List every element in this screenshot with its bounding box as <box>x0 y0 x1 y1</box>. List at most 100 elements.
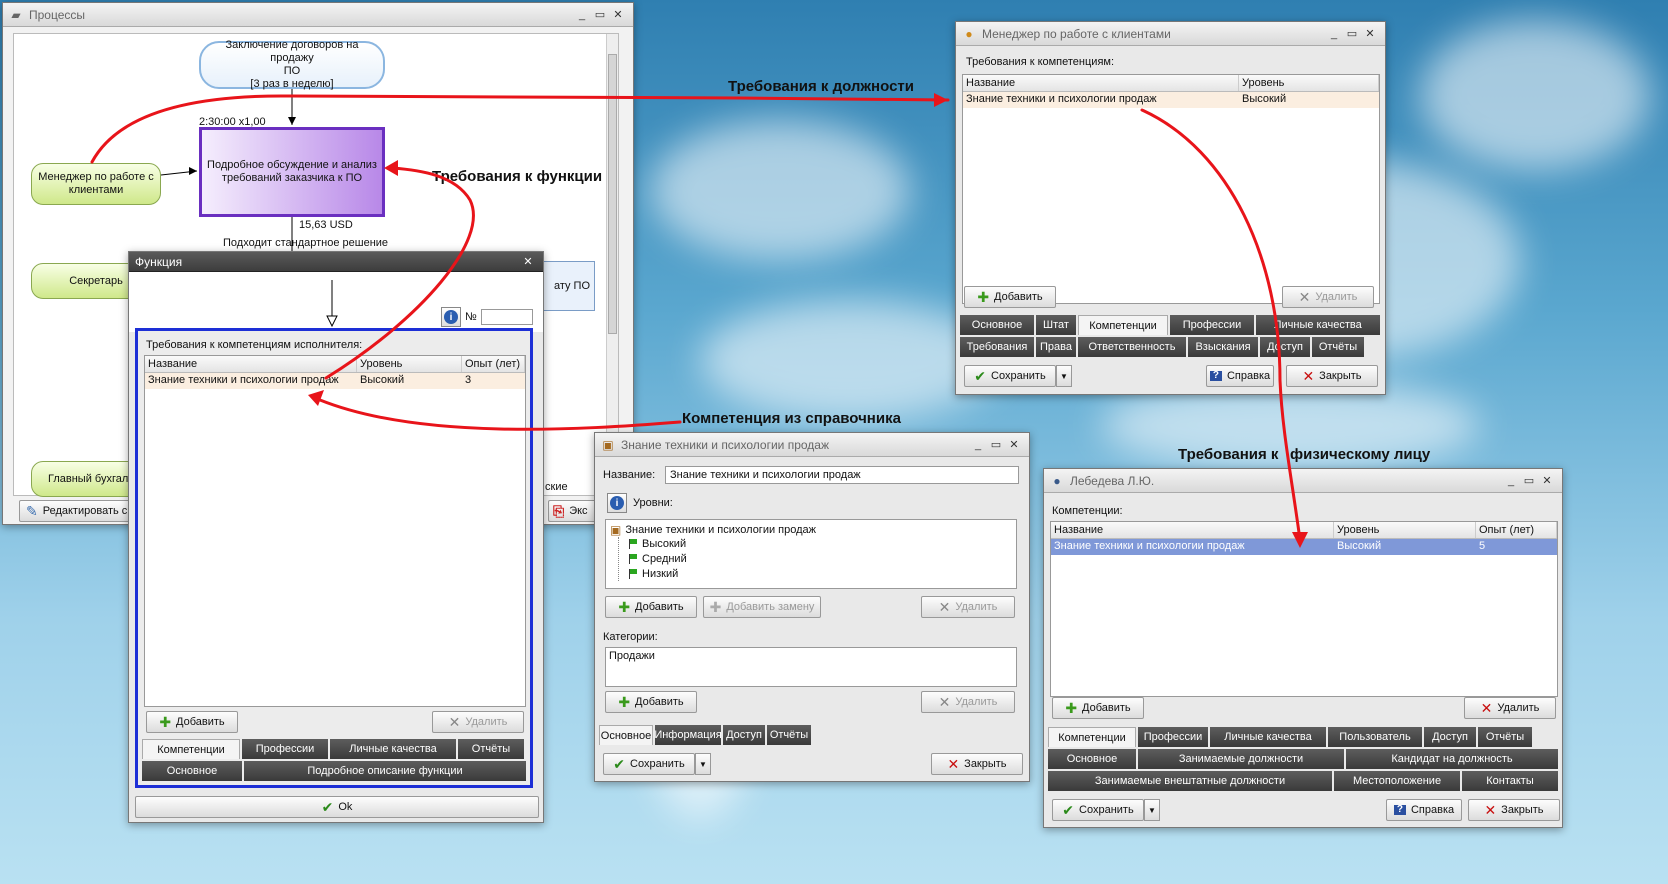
process-node-contract[interactable]: Заключение договоров на продажу ПО [3 ра… <box>199 39 385 90</box>
table-row[interactable]: Знание техники и психологии продаж Высок… <box>1051 539 1557 555</box>
tab-function-details[interactable]: Подробное описание функции <box>244 761 526 781</box>
manager-close-button[interactable]: ✕ Закрыть <box>1286 365 1378 387</box>
tab-external-positions[interactable]: Занимаемые внештатные должности <box>1048 771 1332 791</box>
person-delete-button[interactable]: ✕ Удалить <box>1464 697 1556 719</box>
table-row[interactable]: Знание техники и психологии продаж Высок… <box>963 92 1379 108</box>
tree-level-high[interactable]: Высокий <box>628 538 686 550</box>
info-icon[interactable]: i <box>607 493 627 513</box>
person-titlebar[interactable]: ● Лебедева Л.Ю. _ ▭ ✕ <box>1044 469 1562 493</box>
tab-reports[interactable]: Отчёты <box>767 725 811 745</box>
col-experience[interactable]: Опыт (лет) <box>462 356 525 372</box>
tab-professions[interactable]: Профессии <box>1138 727 1208 747</box>
competence-name-field[interactable]: Знание техники и психологии продаж <box>665 466 1019 484</box>
tab-information[interactable]: Информация <box>654 725 722 745</box>
tab-penalties[interactable]: Взыскания <box>1188 337 1258 357</box>
levels-delete-button[interactable]: ✕ Удалить <box>921 596 1015 618</box>
col-experience[interactable]: Опыт (лет) <box>1476 522 1557 538</box>
tab-reports[interactable]: Отчёты <box>458 739 524 759</box>
tab-candidate[interactable]: Кандидат на должность <box>1346 749 1558 769</box>
save-dropdown-arrow[interactable]: ▼ <box>1056 365 1072 387</box>
tab-user[interactable]: Пользователь <box>1328 727 1422 747</box>
close-icon[interactable]: ✕ <box>1361 27 1379 40</box>
tab-professions[interactable]: Профессии <box>242 739 328 759</box>
export-button[interactable]: ⎘ Экс <box>548 500 600 522</box>
close-icon[interactable]: ✕ <box>609 8 627 21</box>
tab-competencies[interactable]: Компетенции <box>1048 727 1136 747</box>
person-add-button[interactable]: ✚ Добавить <box>1052 697 1144 719</box>
manager-add-button[interactable]: ✚ Добавить <box>964 286 1056 308</box>
col-name[interactable]: Название <box>145 356 357 372</box>
role-node-manager[interactable]: Менеджер по работе с клиентами <box>31 163 161 205</box>
manager-grid[interactable]: Название Уровень Знание техники и психол… <box>962 74 1380 304</box>
person-help-button[interactable]: ? Справка <box>1386 799 1462 821</box>
minimize-icon[interactable]: _ <box>969 439 987 451</box>
person-save-button[interactable]: ✔ Сохранить <box>1052 799 1144 821</box>
tab-main[interactable]: Основное <box>1048 749 1136 769</box>
add-replacement-button[interactable]: ✚ Добавить замену <box>703 596 821 618</box>
function-titlebar[interactable]: Функция ✕ <box>129 252 543 272</box>
competence-close-button[interactable]: ✕ Закрыть <box>931 753 1023 775</box>
process-node-discuss[interactable]: Подробное обсуждение и анализ требований… <box>199 127 385 217</box>
tree-level-low[interactable]: Низкий <box>628 568 678 580</box>
table-row[interactable]: Знание техники и психологии продаж Высок… <box>145 373 525 389</box>
levels-add-button[interactable]: ✚ Добавить <box>605 596 697 618</box>
tab-personal-qualities[interactable]: Личные качества <box>1256 315 1380 335</box>
function-delete-button[interactable]: ✕ Удалить <box>432 711 524 733</box>
minimize-icon[interactable]: _ <box>573 9 591 21</box>
tab-reports[interactable]: Отчёты <box>1312 337 1364 357</box>
tab-access[interactable]: Доступ <box>1260 337 1310 357</box>
manager-delete-button[interactable]: ✕ Удалить <box>1282 286 1374 308</box>
levels-tree[interactable]: ▣ Знание техники и психологии продаж Выс… <box>605 519 1017 589</box>
tab-personal-qualities[interactable]: Личные качества <box>330 739 456 759</box>
tab-staff[interactable]: Штат <box>1036 315 1076 335</box>
tab-positions[interactable]: Занимаемые должности <box>1138 749 1344 769</box>
col-name[interactable]: Название <box>1051 522 1334 538</box>
tree-level-medium[interactable]: Средний <box>628 553 687 565</box>
categories-list[interactable]: Продажи <box>605 647 1017 687</box>
manager-help-button[interactable]: ? Справка <box>1206 365 1274 387</box>
col-level[interactable]: Уровень <box>357 356 462 372</box>
close-icon[interactable]: ✕ <box>519 255 537 268</box>
col-level[interactable]: Уровень <box>1334 522 1476 538</box>
number-field[interactable] <box>481 309 533 325</box>
maximize-icon[interactable]: ▭ <box>591 8 609 21</box>
person-grid[interactable]: Название Уровень Опыт (лет) Знание техни… <box>1050 521 1558 697</box>
tab-requirements[interactable]: Требования <box>960 337 1034 357</box>
categories-delete-button[interactable]: ✕ Удалить <box>921 691 1015 713</box>
col-name[interactable]: Название <box>963 75 1239 91</box>
info-icon[interactable]: i <box>441 307 461 327</box>
tab-responsibility[interactable]: Ответственность <box>1078 337 1186 357</box>
maximize-icon[interactable]: ▭ <box>987 438 1005 451</box>
tab-location[interactable]: Местоположение <box>1334 771 1460 791</box>
minimize-icon[interactable]: _ <box>1325 28 1343 40</box>
person-close-button[interactable]: ✕ Закрыть <box>1468 799 1560 821</box>
tab-access[interactable]: Доступ <box>723 725 765 745</box>
tab-competencies[interactable]: Компетенции <box>142 739 240 759</box>
vertical-scrollbar[interactable] <box>606 34 618 495</box>
manager-titlebar[interactable]: ● Менеджер по работе с клиентами _ ▭ ✕ <box>956 22 1385 46</box>
tab-main[interactable]: Основное <box>142 761 242 781</box>
process-node-partial[interactable]: ату ПО <box>543 261 595 311</box>
close-icon[interactable]: ✕ <box>1005 438 1023 451</box>
categories-add-button[interactable]: ✚ Добавить <box>605 691 697 713</box>
close-icon[interactable]: ✕ <box>1538 474 1556 487</box>
function-grid[interactable]: Название Уровень Опыт (лет) Знание техни… <box>144 355 526 707</box>
save-dropdown-arrow[interactable]: ▼ <box>1144 799 1160 821</box>
processes-titlebar[interactable]: ▰ Процессы _ ▭ ✕ <box>3 3 633 27</box>
tab-access[interactable]: Доступ <box>1424 727 1476 747</box>
category-item[interactable]: Продажи <box>609 650 1013 662</box>
tree-root[interactable]: ▣ Знание техники и психологии продаж <box>610 523 816 537</box>
tab-contacts[interactable]: Контакты <box>1462 771 1558 791</box>
maximize-icon[interactable]: ▭ <box>1520 474 1538 487</box>
minimize-icon[interactable]: _ <box>1502 475 1520 487</box>
scrollbar-thumb[interactable] <box>608 54 617 334</box>
ok-button[interactable]: ✔ Ok <box>135 796 539 818</box>
edit-button[interactable]: ✎ Редактировать с <box>19 500 131 522</box>
tab-personal-qualities[interactable]: Личные качества <box>1210 727 1326 747</box>
col-level[interactable]: Уровень <box>1239 75 1379 91</box>
save-dropdown-arrow[interactable]: ▼ <box>695 753 711 775</box>
maximize-icon[interactable]: ▭ <box>1343 27 1361 40</box>
tab-professions[interactable]: Профессии <box>1170 315 1254 335</box>
competence-save-button[interactable]: ✔ Сохранить <box>603 753 695 775</box>
tab-main[interactable]: Основное <box>960 315 1034 335</box>
